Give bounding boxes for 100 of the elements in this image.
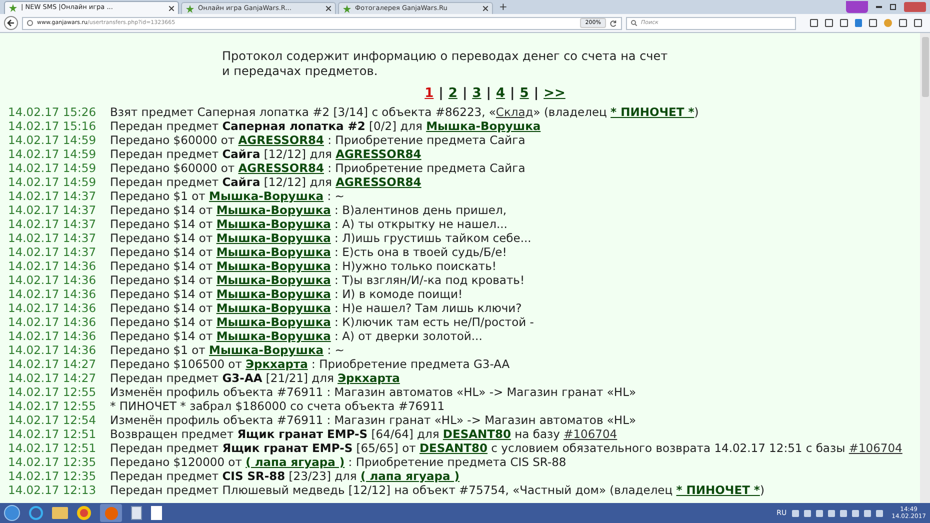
log-entry: Передан предмет Сайга [12/12] для AGRESSOR84 [110,175,422,189]
log-entry: Передано $1 от Мышка-Ворушка : ~ [110,343,344,357]
log-entry: Передан предмет Сайга [12/12] для AGRESSOR84 [110,147,422,161]
user-link[interactable]: AGRESSOR84 [336,175,422,189]
log-entry: Передан предмет CIS SR-88 [23/23] для ( лапа ягуара ) [110,469,460,483]
page-link[interactable]: 5 [520,87,529,101]
object-link[interactable]: #106704 [564,427,618,441]
log-entry: Изменён профиль объекта #76911 : Магазин гранат «HL» -> Магазин автоматов «HL» [110,413,636,427]
log-date: 14.02.17 14:27 [8,371,98,385]
page-link[interactable]: 2 [448,87,458,101]
log-date: 14.02.17 14:37 [8,189,98,203]
user-link[interactable]: Мышка-Ворушка [216,203,331,217]
page-separator: | [438,87,444,101]
log-entry: Передано $14 от Мышка-Ворушка : А) ты открытку не нашел... [110,217,508,231]
user-link[interactable]: Мышка-Ворушка [216,231,331,245]
reload-icon[interactable] [610,20,617,26]
log-entry: Передано $106500 от Эркхарта : Приобретение предмета G3-AA [110,357,510,371]
log-entry: Передано $14 от Мышка-Ворушка : Л)ишь грустишь тайком себе... [110,231,532,245]
log-date: 14.02.17 12:35 [8,455,98,469]
log-entry: Передано $14 от Мышка-Ворушка : Н)ужно только поискать! [110,259,497,273]
user-link[interactable]: Мышка-Ворушка [216,273,331,287]
log-date: 14.02.17 14:36 [8,343,98,357]
object-link[interactable]: Склад [496,105,534,119]
notepad-icon[interactable] [131,506,142,520]
user-link[interactable]: Мышка-Ворушка [209,343,324,357]
page-separator: | [510,87,515,101]
user-link[interactable]: AGRESSOR84 [238,133,324,147]
log-entry: Передано $14 от Мышка-Ворушка : А) от дверки золотой... [110,329,482,343]
log-entry: Передано $14 от Мышка-Ворушка : Е)сть она в твоей судь/Б/е! [110,245,507,259]
log-entry: Передан предмет Ящик гранат EMP-S [65/65] от DESANT80 с условием обязательного возврата 14.02.17 12:51 с базы #106704 [110,441,902,455]
user-link[interactable]: DESANT80 [442,427,511,441]
log-date: 14.02.17 12:51 [8,441,98,455]
log-entry: Передан предмет Плюшевый медведь [12/12] на объект #75754, «Частный дом» (владелец * ПИНОЧЕТ *) [110,483,764,497]
user-link[interactable]: Мышка-Ворушка [216,245,331,259]
user-link[interactable]: Мышка-Ворушка [216,217,331,231]
page-link[interactable]: >> [544,87,566,101]
scrollbar[interactable] [920,33,930,503]
log-date: 14.02.17 12:55 [8,385,98,399]
new-tab-button[interactable]: + [495,2,512,14]
log-date: 14.02.17 12:35 [8,469,98,483]
log-date: 14.02.17 14:37 [8,231,98,245]
log-entry: Взят предмет Саперная лопатка #2 [3/14] с объекта #86223, «Склад» (владелец * ПИНОЧЕТ *) [110,105,699,119]
close-icon[interactable] [169,6,174,10]
log-entry: Передано $14 от Мышка-Ворушка : Н)е нашел? Там лишь ключи? [110,301,522,315]
log-entry: Передан предмет G3-AA [21/21] для Эркхарта [110,371,400,385]
maximize-icon[interactable] [890,4,896,10]
user-link[interactable]: DESANT80 [419,441,488,455]
log-date: 14.02.17 12:13 [8,483,98,497]
log-date: 14.02.17 14:36 [8,287,98,301]
back-button[interactable] [4,16,18,30]
user-link[interactable]: Мышка-Ворушка [216,287,331,301]
page-link[interactable]: 3 [472,87,482,101]
user-link[interactable]: Эркхарта [246,357,308,371]
user-link[interactable]: * ПИНОЧЕТ * [676,483,760,497]
user-link[interactable]: AGRESSOR84 [238,161,324,175]
object-link[interactable]: #106704 [848,441,902,455]
user-link[interactable]: ( лапа ягуара ) [360,469,460,483]
log-entry: * ПИНОЧЕТ * забрал $186000 со счета объекта #76911 [110,399,445,413]
log-entry: Передано $14 от Мышка-Ворушка : К)лючик там есть не/П/ростой - [110,315,534,329]
log-date: 14.02.17 14:59 [8,161,98,175]
log-date: 14.02.17 12:54 [8,413,98,427]
log-date: 14.02.17 14:59 [8,133,98,147]
intro-text: Протокол содержит информацию о переводах денег со счета на счет и передачах предметов. [222,49,669,79]
log-date: 14.02.17 12:51 [8,427,98,441]
user-link[interactable]: AGRESSOR84 [336,147,422,161]
close-icon[interactable] [326,6,331,11]
log-date: 14.02.17 12:55 [8,399,98,413]
log-date: 14.02.17 14:36 [8,301,98,315]
log-entry: Возвращен предмет Ящик гранат EMP-S [64/64] для DESANT80 на базу #106704 [110,427,618,441]
log-date: 14.02.17 14:27 [8,357,98,371]
log-date: 14.02.17 14:59 [8,175,98,189]
log-entry: Передано $1 от Мышка-Ворушка : ~ [110,189,344,203]
page-separator: | [486,87,491,101]
user-link[interactable]: Мышка-Ворушка [216,259,331,273]
log-date: 14.02.17 14:36 [8,329,98,343]
log-entry: Передано $14 от Мышка-Ворушка : В)алентинов день пришел, [110,203,506,217]
log-date: 14.02.17 14:37 [8,217,98,231]
log-date: 14.02.17 14:36 [8,315,98,329]
log-date: 14.02.17 14:36 [8,259,98,273]
page-link[interactable]: 4 [496,87,506,101]
user-link[interactable]: * ПИНОЧЕТ * [610,105,694,119]
user-link[interactable]: Мышка-Ворушка [216,329,331,343]
start-button[interactable] [4,505,20,521]
log-entry: Передан предмет Саперная лопатка #2 [0/2] для Мышка-Ворушка [110,119,541,133]
log-date: 14.02.17 14:59 [8,147,98,161]
log-date: 14.02.17 15:16 [8,119,98,133]
user-link[interactable]: Эркхарта [338,371,400,385]
log-entry: Передано $60000 от AGRESSOR84 : Приобретение предмета Сайга [110,161,526,175]
user-link[interactable]: Мышка-Ворушка [426,119,541,133]
user-link[interactable]: Мышка-Ворушка [216,301,331,315]
log-entry: Передано $14 от Мышка-Ворушка : Т)ы взглян/И/-ка под кровать! [110,273,525,287]
close-icon[interactable] [483,6,488,11]
log-entry: Передано $14 от Мышка-Ворушка : И) в комоде поищи! [110,287,463,301]
page-link[interactable]: 1 [424,87,434,101]
log-entry: Передано $60000 от AGRESSOR84 : Приобретение предмета Сайга [110,133,526,147]
user-link[interactable]: Мышка-Ворушка [209,189,324,203]
user-link[interactable]: Мышка-Ворушка [216,315,331,329]
log-date: 14.02.17 15:26 [8,105,98,119]
user-link[interactable]: ( лапа ягуара ) [246,455,345,469]
log-date: 14.02.17 14:37 [8,203,98,217]
